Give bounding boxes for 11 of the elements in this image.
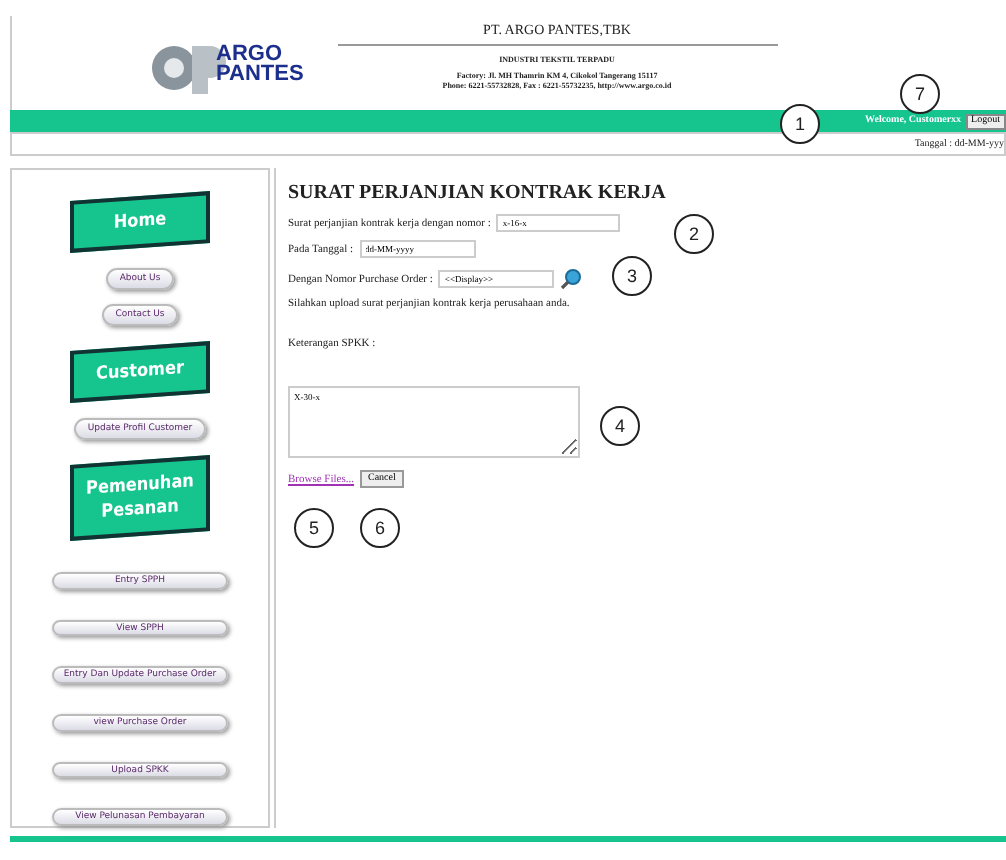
callout-number: 2 <box>674 214 714 254</box>
logo-text: PANTES <box>216 63 304 83</box>
callout-number: 4 <box>600 406 640 446</box>
callout-number: 6 <box>360 508 400 548</box>
callout-number: 5 <box>294 508 334 548</box>
logo-text: ARGO <box>216 43 282 63</box>
form-title: SURAT PERJANJIAN KONTRAK KERJA <box>288 182 668 204</box>
callout-number: 7 <box>900 74 940 114</box>
search-icon[interactable] <box>560 268 583 290</box>
callout-number: 3 <box>612 256 652 296</box>
callout-number: 1 <box>780 104 820 144</box>
